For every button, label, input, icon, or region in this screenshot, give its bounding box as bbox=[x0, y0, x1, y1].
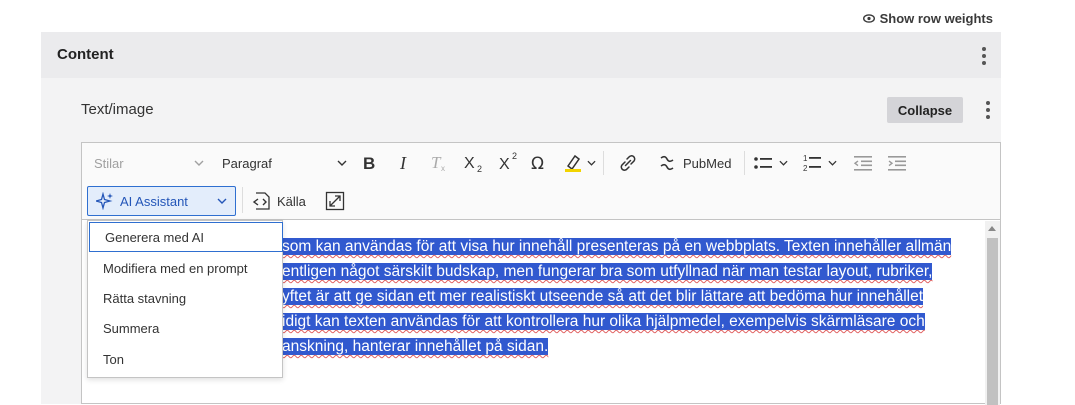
editor-scrollbar[interactable] bbox=[985, 221, 1000, 405]
chevron-down-icon bbox=[779, 160, 788, 166]
toolbar-separator bbox=[603, 151, 604, 175]
show-row-weights-label: Show row weights bbox=[879, 11, 993, 26]
show-row-weights-link[interactable]: Show row weights bbox=[862, 11, 993, 26]
eye-icon bbox=[862, 14, 875, 23]
chevron-down-icon bbox=[194, 160, 204, 166]
indent-icon[interactable] bbox=[887, 152, 907, 174]
ai-assistant-menu: Generera med AI Modifiera med en prompt … bbox=[87, 220, 283, 378]
heading-dropdown[interactable]: Paragraf bbox=[222, 152, 347, 174]
toolbar-separator bbox=[242, 187, 243, 213]
source-code-icon bbox=[252, 192, 270, 210]
svg-text:I: I bbox=[399, 154, 407, 172]
svg-text:2: 2 bbox=[803, 164, 808, 173]
svg-text:Ω: Ω bbox=[531, 154, 544, 173]
pubmed-button[interactable]: PubMed bbox=[657, 152, 731, 174]
paragraph-title: Text/image bbox=[81, 101, 154, 118]
toolbar-separator bbox=[744, 151, 745, 175]
bulleted-list-icon bbox=[754, 157, 772, 169]
bold-icon[interactable]: B bbox=[362, 152, 378, 174]
subscript-icon[interactable]: X2 bbox=[463, 152, 485, 174]
fullscreen-icon[interactable] bbox=[325, 189, 345, 213]
scroll-thumb[interactable] bbox=[987, 238, 998, 405]
content-actions-menu-icon[interactable] bbox=[975, 45, 993, 67]
svg-text:2: 2 bbox=[512, 151, 517, 161]
bulleted-list-button[interactable] bbox=[753, 152, 788, 174]
source-button[interactable]: Källa bbox=[252, 189, 306, 213]
chevron-down-icon bbox=[587, 160, 596, 166]
highlight-button[interactable] bbox=[563, 152, 596, 174]
italic-icon[interactable]: I bbox=[398, 152, 412, 174]
outdent-icon[interactable] bbox=[853, 152, 873, 174]
superscript-icon[interactable]: X2 bbox=[498, 150, 520, 174]
svg-text:1: 1 bbox=[803, 154, 808, 163]
numbered-list-button[interactable]: 1 2 bbox=[802, 152, 837, 174]
styles-dropdown[interactable]: Stilar bbox=[94, 152, 204, 174]
styles-dropdown-label: Stilar bbox=[94, 155, 124, 171]
chevron-down-icon bbox=[337, 160, 347, 166]
source-label: Källa bbox=[277, 193, 306, 209]
highlighter-icon bbox=[565, 154, 581, 172]
remove-format-icon[interactable]: Tx bbox=[430, 152, 448, 174]
special-characters-icon[interactable]: Ω bbox=[530, 152, 550, 174]
pubmed-label: PubMed bbox=[683, 155, 732, 171]
editor-toolbar: Stilar Paragraf B I Tx X2 X2 Ω PubMed 1 … bbox=[82, 143, 1000, 220]
collapse-button[interactable]: Collapse bbox=[887, 97, 963, 123]
svg-text:X: X bbox=[464, 155, 475, 172]
menu-item-spellcheck[interactable]: Rätta stavning bbox=[88, 283, 282, 313]
ai-assistant-label: AI Assistant bbox=[120, 193, 188, 209]
heading-dropdown-label: Paragraf bbox=[222, 155, 272, 171]
content-header: Content bbox=[41, 32, 1001, 78]
sparkles-icon bbox=[96, 192, 113, 210]
paragraph-actions-menu-icon[interactable] bbox=[979, 99, 997, 121]
menu-item-tone[interactable]: Ton bbox=[88, 344, 282, 374]
content-title: Content bbox=[57, 46, 114, 63]
menu-item-modify-prompt[interactable]: Modifiera med en prompt bbox=[88, 253, 282, 283]
svg-text:x: x bbox=[441, 164, 445, 173]
svg-text:X: X bbox=[499, 156, 510, 173]
ai-assistant-dropdown[interactable]: AI Assistant bbox=[87, 186, 236, 216]
svg-text:2: 2 bbox=[477, 164, 482, 173]
link-icon[interactable] bbox=[619, 152, 637, 174]
menu-item-generate[interactable]: Generera med AI bbox=[89, 222, 283, 252]
menu-item-summarize[interactable]: Summera bbox=[88, 313, 282, 343]
chevron-down-icon bbox=[828, 160, 837, 166]
svg-text:B: B bbox=[363, 154, 375, 172]
numbered-list-icon: 1 2 bbox=[803, 154, 821, 173]
pubmed-icon bbox=[660, 155, 674, 171]
scroll-up-arrow-icon[interactable] bbox=[988, 226, 996, 231]
chevron-down-icon bbox=[217, 198, 227, 204]
